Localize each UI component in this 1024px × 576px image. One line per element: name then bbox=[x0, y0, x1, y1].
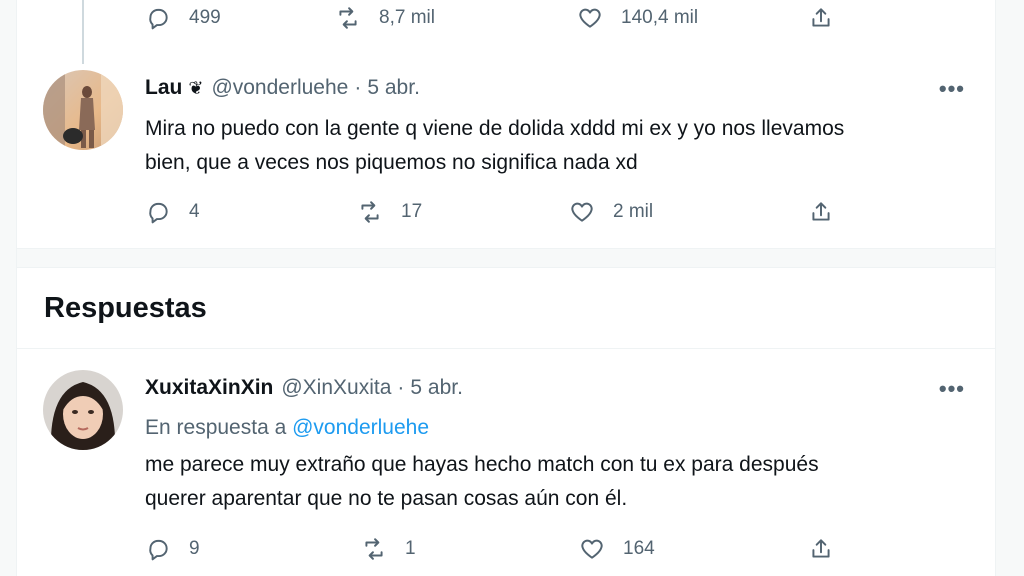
reply-count: 499 bbox=[189, 7, 221, 28]
retweet-count: 17 bbox=[401, 201, 423, 222]
like-button[interactable]: 2 mil bbox=[569, 197, 653, 227]
tweet-date[interactable]: 5 abr. bbox=[367, 76, 420, 100]
retweet-button[interactable]: 1 bbox=[361, 534, 416, 564]
more-icon[interactable]: ••• bbox=[939, 76, 965, 102]
name-emoji: ❦ bbox=[188, 77, 204, 98]
tweet-text-line: querer aparentar que no te pasan cosas a… bbox=[145, 487, 628, 510]
replies-heading: Respuestas bbox=[44, 292, 207, 324]
retweet-button[interactable]: 8,7 mil bbox=[335, 3, 435, 33]
avatar-image bbox=[43, 370, 123, 450]
reply-icon bbox=[149, 539, 168, 561]
reply-button[interactable]: 4 bbox=[145, 197, 200, 227]
reply-button[interactable]: 9 bbox=[145, 534, 200, 564]
reply-count: 9 bbox=[189, 538, 200, 559]
retweet-icon bbox=[361, 201, 379, 223]
reply-tweet[interactable]: XuxitaXinXin @XinXuxita · 5 abr. ••• En … bbox=[17, 360, 995, 576]
tweet[interactable]: Lau ❦ @vonderluehe · 5 abr. ••• Mira no … bbox=[17, 70, 995, 248]
tweet-text-line: me parece muy extraño que hayas hecho ma… bbox=[145, 453, 819, 476]
share-button[interactable] bbox=[808, 197, 834, 227]
retweet-icon bbox=[365, 538, 383, 560]
share-button[interactable] bbox=[808, 534, 834, 564]
like-icon bbox=[579, 8, 601, 28]
like-icon bbox=[571, 202, 593, 222]
tweet-text-line: Mira no puedo con la gente q viene de do… bbox=[145, 117, 845, 140]
separator: · bbox=[397, 376, 405, 399]
avatar[interactable] bbox=[43, 70, 123, 150]
like-count: 2 mil bbox=[613, 201, 654, 222]
like-count: 140,4 mil bbox=[621, 7, 699, 28]
retweet-count: 8,7 mil bbox=[379, 7, 435, 28]
tweet-text-line: bien, que a veces nos piquemos no signif… bbox=[145, 151, 638, 174]
like-count: 164 bbox=[623, 538, 655, 559]
reply-prefix: En respuesta a bbox=[145, 416, 287, 439]
tweet-actions: 4 17 2 mil bbox=[17, 197, 995, 227]
reply-icon bbox=[149, 8, 168, 30]
share-button[interactable] bbox=[808, 3, 834, 33]
share-icon bbox=[812, 202, 830, 221]
like-icon bbox=[581, 539, 603, 559]
share-icon bbox=[812, 539, 830, 558]
tweet-date[interactable]: 5 abr. bbox=[410, 376, 463, 400]
section-gap bbox=[17, 248, 995, 268]
author-handle[interactable]: @XinXuxita bbox=[281, 376, 391, 400]
like-button[interactable]: 164 bbox=[579, 534, 655, 564]
retweet-icon bbox=[339, 7, 357, 29]
avatar-image bbox=[43, 70, 123, 150]
reply-icon bbox=[149, 202, 168, 224]
reply-context: En respuesta a @vonderluehe bbox=[145, 416, 429, 440]
retweet-button[interactable]: 17 bbox=[357, 197, 422, 227]
tweet-text: me parece muy extraño que hayas hecho ma… bbox=[145, 448, 975, 516]
tweet-header: Lau ❦ @vonderluehe · 5 abr. bbox=[145, 76, 420, 100]
tweet-text: Mira no puedo con la gente q viene de do… bbox=[145, 112, 975, 180]
separator: · bbox=[354, 76, 362, 99]
prev-tweet-actions: 499 8,7 mil 140,4 mil bbox=[17, 3, 995, 33]
avatar[interactable] bbox=[43, 370, 123, 450]
reply-count: 4 bbox=[189, 201, 200, 222]
tweet-actions: 9 1 164 bbox=[17, 534, 995, 564]
tweet-header: XuxitaXinXin @XinXuxita · 5 abr. bbox=[145, 376, 463, 400]
share-icon bbox=[812, 8, 830, 27]
more-icon[interactable]: ••• bbox=[939, 376, 965, 402]
author-name[interactable]: XuxitaXinXin bbox=[145, 376, 273, 400]
thread-line bbox=[82, 0, 84, 64]
author-handle[interactable]: @vonderluehe bbox=[211, 76, 348, 100]
timeline-column: 499 8,7 mil 140,4 mil Lau ❦ @vonderluehe… bbox=[16, 0, 996, 576]
divider bbox=[17, 348, 995, 349]
reply-mention-link[interactable]: @vonderluehe bbox=[292, 416, 429, 439]
author-name[interactable]: Lau bbox=[145, 76, 182, 100]
retweet-count: 1 bbox=[405, 538, 416, 559]
like-button[interactable]: 140,4 mil bbox=[577, 3, 698, 33]
reply-button[interactable]: 499 bbox=[145, 3, 221, 33]
